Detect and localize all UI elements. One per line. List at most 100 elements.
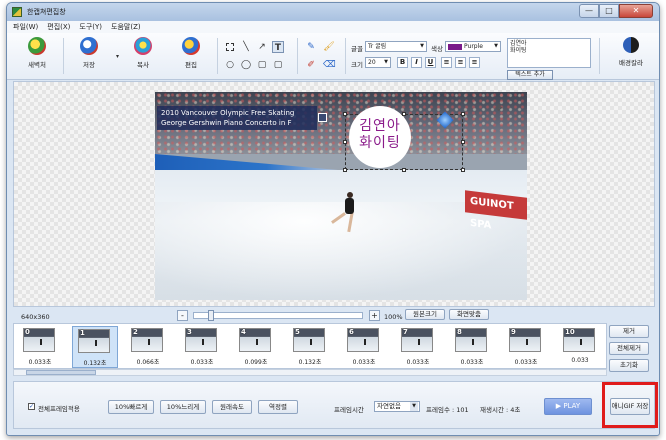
skater-head bbox=[347, 192, 353, 198]
line-tool-icon[interactable]: ╲ bbox=[240, 41, 252, 53]
eraser-icon[interactable]: ⌫ bbox=[323, 59, 336, 71]
original-size-button[interactable]: 원본크기 bbox=[405, 309, 445, 320]
select-rect-tool[interactable] bbox=[224, 41, 236, 53]
canvas-area: GUINOT SPA 2010 Vancouver Olympic Free S… bbox=[13, 81, 655, 307]
size-value: 20 bbox=[368, 59, 376, 66]
frame-item[interactable]: 9 0.033초 bbox=[504, 326, 550, 368]
timeline-scrollbar-thumb[interactable] bbox=[26, 370, 96, 375]
skater-figure bbox=[331, 192, 363, 236]
menu-edit[interactable]: 편집(X) bbox=[47, 22, 70, 32]
frame-item[interactable]: 0 0.033초 bbox=[18, 326, 64, 368]
rounded-rect-tool-icon[interactable]: ▢ bbox=[272, 59, 284, 71]
remove-frame-button[interactable]: 제거 bbox=[609, 325, 649, 338]
minimize-button[interactable]: — bbox=[579, 4, 599, 18]
background-color-button[interactable]: 배경칼라 bbox=[611, 37, 651, 75]
pen-icon[interactable]: ✎ bbox=[305, 41, 317, 53]
save-gif-button[interactable]: 애니GIF 저장 bbox=[610, 398, 650, 415]
frame-item[interactable]: 4 0.099초 bbox=[234, 326, 280, 368]
resize-handle[interactable] bbox=[461, 168, 465, 172]
resize-handle[interactable] bbox=[461, 140, 465, 144]
zoom-in-button[interactable]: + bbox=[369, 310, 380, 321]
ellipse-tool-icon[interactable]: ○ bbox=[224, 59, 236, 71]
frame-item[interactable]: 3 0.033초 bbox=[180, 326, 226, 368]
resize-handle[interactable] bbox=[402, 112, 406, 116]
remove-all-frames-button[interactable]: 전체제거 bbox=[609, 342, 649, 355]
new-capture-label: 새벽처 bbox=[28, 61, 46, 69]
play-button[interactable]: ▶ PLAY bbox=[544, 398, 592, 415]
reverse-order-button[interactable]: 역정렬 bbox=[258, 400, 298, 414]
save-button[interactable]: 저장 bbox=[69, 37, 109, 75]
thumbnail-figure bbox=[580, 339, 582, 345]
frame-duration: 0.132초 bbox=[298, 359, 322, 366]
frame-item[interactable]: 7 0.033초 bbox=[396, 326, 442, 368]
menu-help[interactable]: 도움말(Z) bbox=[111, 22, 141, 32]
speed-up-button[interactable]: 10%빠르게 bbox=[108, 400, 154, 414]
size-select[interactable]: 20 ▼ bbox=[365, 57, 391, 68]
frame-item[interactable]: 10 0.033 bbox=[558, 326, 604, 368]
underline-button[interactable]: U bbox=[425, 57, 436, 68]
resize-handle[interactable] bbox=[343, 140, 347, 144]
fill-icon[interactable]: ✐ bbox=[305, 59, 317, 71]
frame-item[interactable]: 6 0.033초 bbox=[342, 326, 388, 368]
zoom-out-button[interactable]: - bbox=[177, 310, 188, 321]
frame-item[interactable]: 5 0.132초 bbox=[288, 326, 334, 368]
close-button[interactable]: ✕ bbox=[619, 4, 653, 18]
arrow-tool-icon[interactable]: ↗ bbox=[256, 41, 268, 53]
text-input[interactable]: 김연아 화이팅 bbox=[507, 38, 591, 68]
frame-duration: 0.066초 bbox=[136, 359, 160, 366]
fit-screen-button[interactable]: 화면맞춤 bbox=[449, 309, 489, 320]
add-text-button[interactable]: 텍스트 추가 bbox=[507, 70, 553, 80]
maximize-button[interactable]: □ bbox=[599, 4, 619, 18]
text-tool-icon[interactable]: T bbox=[272, 41, 284, 53]
zoom-slider-thumb[interactable] bbox=[208, 310, 214, 321]
apply-all-frames-checkbox[interactable]: ✓ bbox=[28, 403, 35, 410]
bold-button[interactable]: B bbox=[397, 57, 408, 68]
frame-duration: 0.033초 bbox=[28, 359, 52, 366]
zoom-slider[interactable] bbox=[193, 310, 363, 321]
resize-handle[interactable] bbox=[343, 168, 347, 172]
edit-button[interactable]: 편집 bbox=[171, 37, 211, 75]
resize-handle[interactable] bbox=[343, 112, 347, 116]
app-icon bbox=[12, 7, 22, 17]
frame-item[interactable]: 8 0.033초 bbox=[450, 326, 496, 368]
resize-handle[interactable] bbox=[402, 168, 406, 172]
frame-time-value: 자연없음 bbox=[377, 402, 401, 410]
frame-number: 6 bbox=[349, 328, 354, 336]
original-speed-button[interactable]: 원래속도 bbox=[212, 400, 252, 414]
frame-time-select[interactable]: 자연없음 ▼ bbox=[374, 401, 420, 412]
reset-button[interactable]: 초기화 bbox=[609, 359, 649, 372]
align-left-button[interactable]: ≡ bbox=[441, 57, 452, 68]
menu-tools[interactable]: 도구(Y) bbox=[79, 22, 102, 32]
font-select[interactable]: Tr 굴림 ▼ bbox=[365, 41, 427, 52]
save-icon bbox=[80, 37, 98, 55]
menu-bar: 파일(W) 편집(X) 도구(Y) 도움말(Z) bbox=[7, 21, 659, 33]
color-swatch bbox=[448, 43, 462, 50]
brush-icon[interactable]: 🖌 bbox=[323, 41, 335, 53]
thumbnail-figure bbox=[95, 340, 97, 346]
menu-file[interactable]: 파일(W) bbox=[13, 22, 38, 32]
frame-number: 1 bbox=[80, 329, 85, 337]
save-label: 저장 bbox=[83, 61, 95, 69]
new-capture-button[interactable]: 새벽처 bbox=[17, 37, 57, 75]
video-frame[interactable]: GUINOT SPA 2010 Vancouver Olympic Free S… bbox=[155, 92, 527, 300]
overlay-text[interactable]: 김연아 화이팅 bbox=[351, 118, 409, 152]
move-icon[interactable]: ✥ bbox=[495, 104, 503, 114]
thumbnail-figure bbox=[364, 339, 366, 345]
resize-handle[interactable] bbox=[461, 112, 465, 116]
align-right-button[interactable]: ≡ bbox=[469, 57, 480, 68]
frame-item[interactable]: 2 0.066초 bbox=[126, 326, 172, 368]
italic-button[interactable]: I bbox=[411, 57, 422, 68]
color-select[interactable]: Purple ▼ bbox=[445, 41, 501, 52]
save-dropdown-icon[interactable]: ▾ bbox=[116, 53, 119, 60]
circle-tool-icon[interactable]: ◯ bbox=[240, 59, 252, 71]
skater-body bbox=[345, 198, 354, 214]
align-center-button[interactable]: ≡ bbox=[455, 57, 466, 68]
shape-tools: ╲ ↗ T ○ ◯ ▢ ▢ bbox=[224, 39, 290, 73]
frame-number: 9 bbox=[511, 328, 516, 336]
timeline-scrollbar[interactable] bbox=[13, 369, 607, 376]
slow-down-button[interactable]: 10%느리게 bbox=[160, 400, 206, 414]
caption-toggle-icon[interactable] bbox=[318, 113, 327, 122]
rect-tool-icon[interactable]: ▢ bbox=[256, 59, 268, 71]
frame-item[interactable]: 1 0.132초 bbox=[72, 326, 118, 368]
copy-button[interactable]: 복사 bbox=[123, 37, 163, 75]
